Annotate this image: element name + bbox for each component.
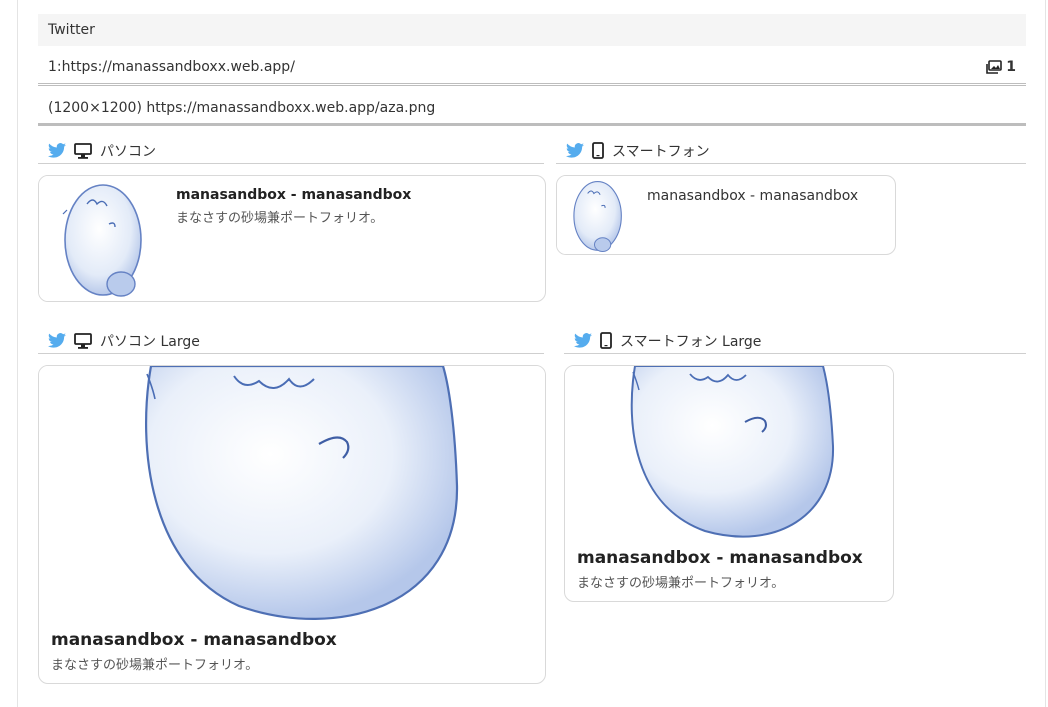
images-icon <box>986 60 1003 74</box>
smartphone-icon <box>592 142 604 159</box>
section-sp: スマートフォン <box>556 138 1026 164</box>
card-thumbnail <box>557 176 637 254</box>
card-large-image <box>39 366 545 621</box>
twitter-bird-icon <box>566 143 584 158</box>
section-pc-large: パソコン Large <box>38 328 544 354</box>
twitter-bird-icon <box>48 333 66 348</box>
preview-card-sp-large[interactable]: manasandbox - manasandbox まなさすの砂場兼ポートフォリ… <box>564 365 894 602</box>
url-row: 1:https://manassandboxx.web.app/ 1 <box>38 50 1026 86</box>
smartphone-icon <box>600 332 612 349</box>
egg-mascot-image <box>144 366 459 620</box>
card-thumbnail <box>39 176 165 301</box>
section-sp-label: スマートフォン <box>612 143 710 160</box>
service-title: Twitter <box>38 14 1026 46</box>
egg-mascot-image <box>573 181 622 253</box>
section-pc-label: パソコン <box>100 143 156 160</box>
card-title: manasandbox - manasandbox <box>647 188 859 204</box>
section-pc-large-label: パソコン Large <box>100 333 200 350</box>
card-large-image <box>565 366 893 539</box>
twitter-bird-icon <box>48 143 66 158</box>
section-sp-large: スマートフォン Large <box>564 328 1026 354</box>
desktop-icon <box>74 142 92 159</box>
card-title: manasandbox - manasandbox <box>176 187 412 203</box>
card-description: まなさすの砂場兼ポートフォリオ。 <box>176 211 384 226</box>
desktop-icon <box>74 332 92 349</box>
egg-mascot-image <box>630 366 835 538</box>
preview-card-pc-large[interactable]: manasandbox - manasandbox まなさすの砂場兼ポートフォリ… <box>38 365 546 684</box>
section-sp-large-label: スマートフォン Large <box>620 333 762 350</box>
egg-mascot-image <box>62 184 142 297</box>
url-text: 1:https://manassandboxx.web.app/ <box>48 59 295 75</box>
section-pc: パソコン <box>38 138 544 164</box>
image-count-value: 1 <box>1006 59 1016 75</box>
image-info-row: (1200×1200) https://manassandboxx.web.ap… <box>38 90 1026 126</box>
card-title: manasandbox - manasandbox <box>577 548 863 568</box>
preview-card-pc[interactable]: manasandbox - manasandbox まなさすの砂場兼ポートフォリ… <box>38 175 546 302</box>
card-description: まなさすの砂場兼ポートフォリオ。 <box>51 658 259 673</box>
preview-card-sp[interactable]: manasandbox - manasandbox <box>556 175 896 255</box>
card-title: manasandbox - manasandbox <box>51 630 337 650</box>
service-title-text: Twitter <box>48 22 95 38</box>
image-info-text: (1200×1200) https://manassandboxx.web.ap… <box>48 100 436 116</box>
twitter-bird-icon <box>574 333 592 348</box>
card-description: まなさすの砂場兼ポートフォリオ。 <box>577 576 785 591</box>
image-count: 1 <box>986 50 1016 84</box>
